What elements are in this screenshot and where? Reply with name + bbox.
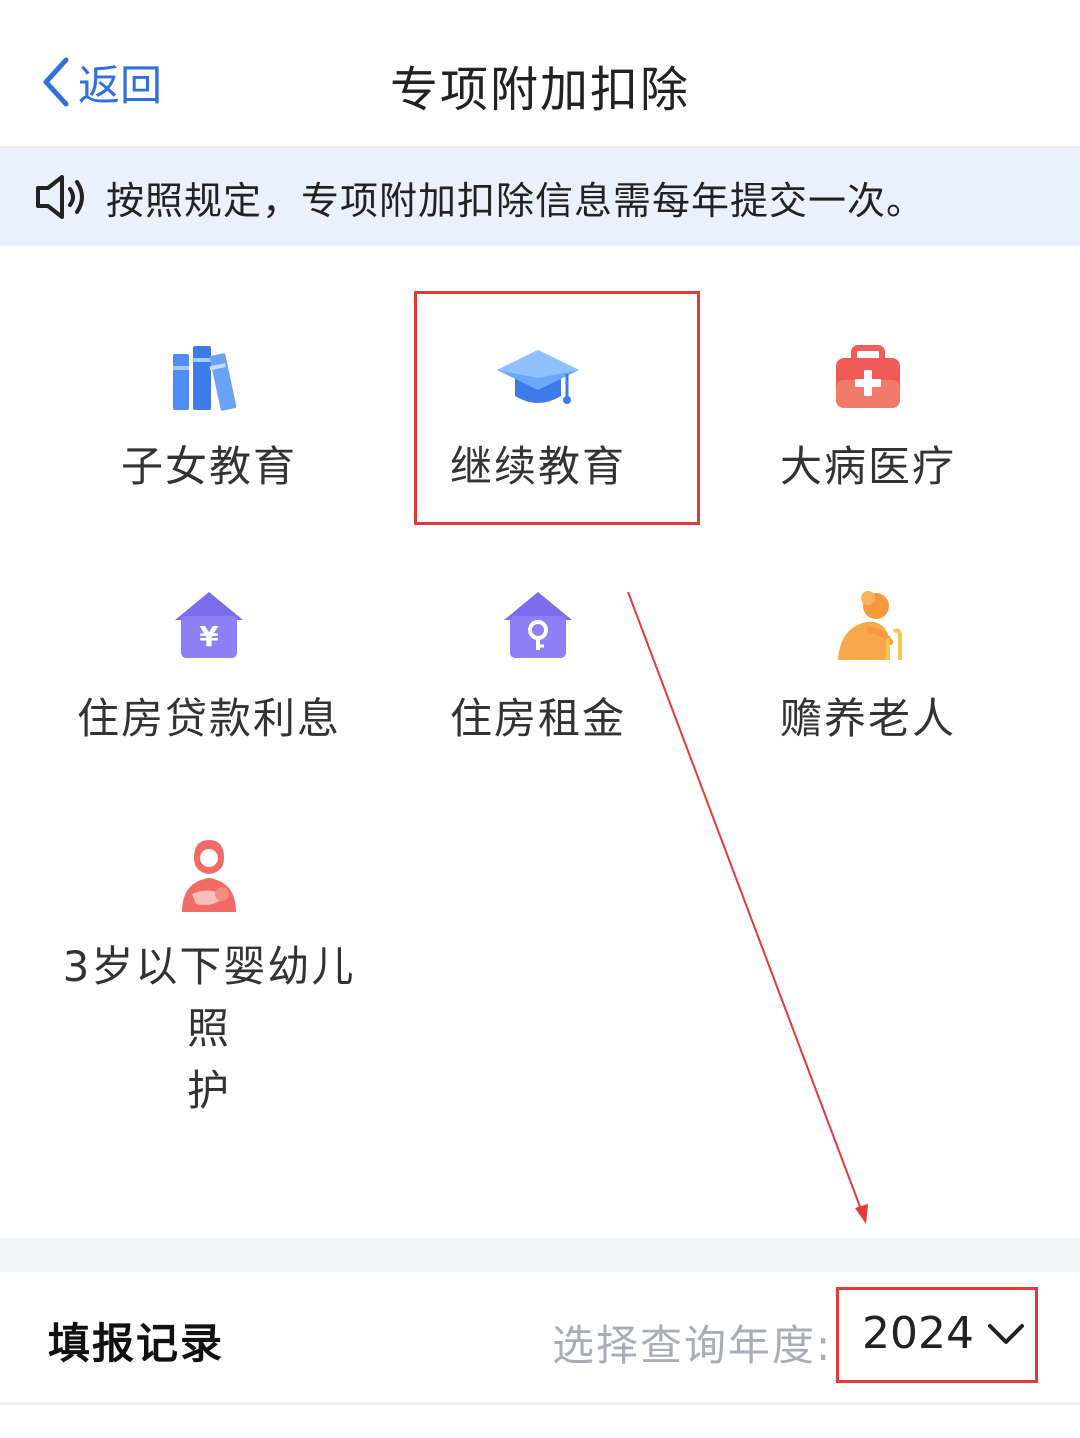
section-divider: [0, 1238, 1080, 1272]
svg-text:¥: ¥: [199, 620, 219, 653]
highlight-box-continuing-education: [414, 291, 700, 525]
category-elderly-support[interactable]: 赡养老人: [703, 588, 1033, 750]
category-label-line1: 3岁以下婴幼儿照: [62, 942, 356, 1053]
highlight-box-year: [836, 1287, 1038, 1383]
house-yuan-icon: ¥: [175, 592, 243, 658]
mother-baby-icon: [182, 840, 236, 912]
category-label: 赡养老人: [779, 694, 956, 743]
category-label-line2: 护: [186, 1066, 231, 1115]
category-infant-care[interactable]: 3岁以下婴幼儿照 护: [44, 836, 374, 1122]
category-label: 住房贷款利息: [76, 694, 341, 743]
medical-kit-icon: [836, 345, 900, 408]
category-serious-illness[interactable]: 大病医疗: [703, 340, 1033, 498]
notice-bar: 按照规定，专项附加扣除信息需每年提交一次。: [0, 148, 1080, 246]
elderly-person-icon: [838, 591, 902, 660]
category-housing-loan-interest[interactable]: ¥ 住房贷款利息: [44, 588, 374, 750]
speaker-icon: [36, 175, 84, 219]
category-child-education[interactable]: 子女教育: [44, 340, 374, 498]
notice-text: 按照规定，专项附加扣除信息需每年提交一次。: [106, 178, 926, 223]
category-housing-rent[interactable]: 住房租金: [373, 588, 703, 750]
year-select-label: 选择查询年度:: [552, 1321, 833, 1370]
category-label: 大病医疗: [779, 442, 956, 491]
records-title: 填报记录: [48, 1319, 225, 1368]
books-icon: [173, 346, 237, 411]
page-title: 专项附加扣除: [389, 62, 690, 118]
category-label: 住房租金: [449, 694, 626, 743]
nav-header: 返回 专项附加扣除: [0, 0, 1080, 148]
category-label: 子女教育: [120, 442, 297, 491]
house-key-icon: [504, 592, 572, 658]
